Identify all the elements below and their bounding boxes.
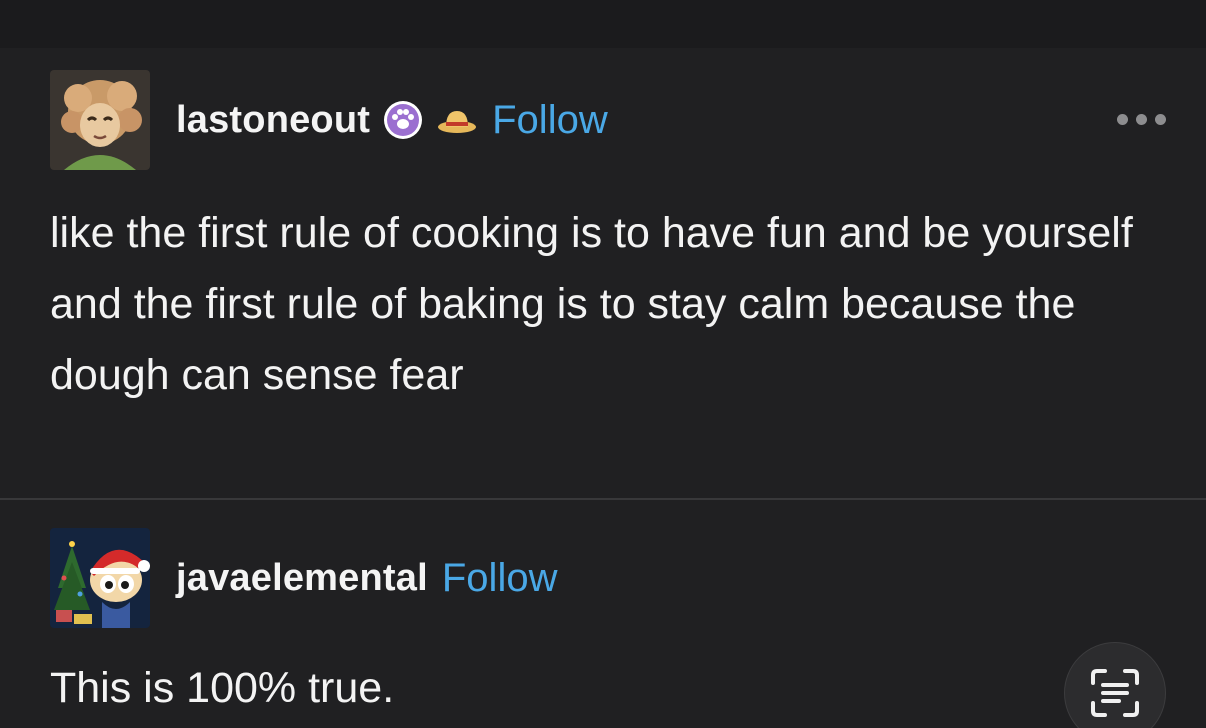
post-text: like the first rule of cooking is to hav… — [50, 209, 1133, 399]
post-header: lastoneout Follow — [50, 70, 608, 170]
reply-divider — [0, 498, 1206, 500]
reply-author-name[interactable]: javaelemental — [176, 557, 428, 600]
follow-button[interactable]: Follow — [492, 98, 608, 143]
live-text-scan-icon[interactable] — [1064, 642, 1166, 728]
more-options-icon[interactable] — [1117, 114, 1166, 125]
reply-follow-button[interactable]: Follow — [442, 556, 558, 601]
screenshot-frame: lastoneout Follow like the first rule of… — [0, 0, 1206, 728]
lastoneout-avatar[interactable] — [50, 70, 150, 170]
reply-text: This is 100% true. — [50, 664, 395, 712]
top-band — [0, 0, 1206, 48]
reply-header: javaelemental Follow — [50, 528, 557, 628]
straw-hat-icon — [436, 103, 478, 137]
paw-print-badge-icon — [382, 99, 424, 141]
javaelemental-avatar[interactable] — [50, 528, 150, 628]
post-author-name[interactable]: lastoneout — [176, 99, 370, 142]
